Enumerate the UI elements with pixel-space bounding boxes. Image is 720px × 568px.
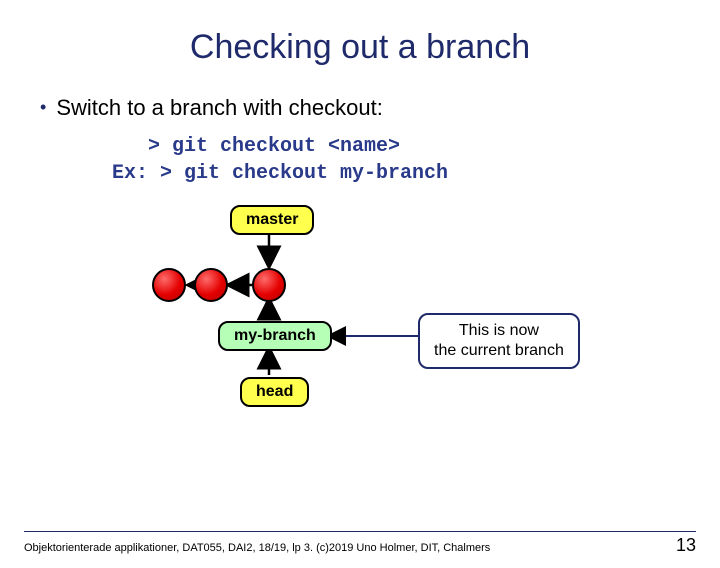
current-branch-callout: This is now the current branch xyxy=(418,313,580,369)
code-line-2: Ex: > git checkout my-branch xyxy=(112,162,448,185)
bullet-text: Switch to a branch with checkout: xyxy=(56,95,383,121)
callout-line-2: the current branch xyxy=(434,341,564,361)
callout-line-1: This is now xyxy=(434,321,564,341)
master-tag: master xyxy=(230,205,314,235)
page-number: 13 xyxy=(676,535,696,556)
footer-divider xyxy=(24,531,696,532)
slide-footer: Objektorienterade applikationer, DAT055,… xyxy=(24,535,696,556)
slide-title: Checking out a branch xyxy=(0,28,720,67)
diagram-arrows-svg xyxy=(80,205,640,415)
git-diagram: master my-branch head This is now the cu… xyxy=(80,205,640,415)
code-line-1: > git checkout <name> xyxy=(112,135,400,158)
head-tag: head xyxy=(240,377,309,407)
my-branch-tag: my-branch xyxy=(218,321,332,351)
commit-node-3 xyxy=(252,268,286,302)
commit-node-1 xyxy=(152,268,186,302)
footer-text: Objektorienterade applikationer, DAT055,… xyxy=(24,542,490,554)
commit-node-2 xyxy=(194,268,228,302)
bullet-item: • Switch to a branch with checkout: xyxy=(40,95,680,121)
code-block: > git checkout <name> Ex: > git checkout… xyxy=(112,133,680,187)
bullet-dot-icon: • xyxy=(40,98,46,116)
